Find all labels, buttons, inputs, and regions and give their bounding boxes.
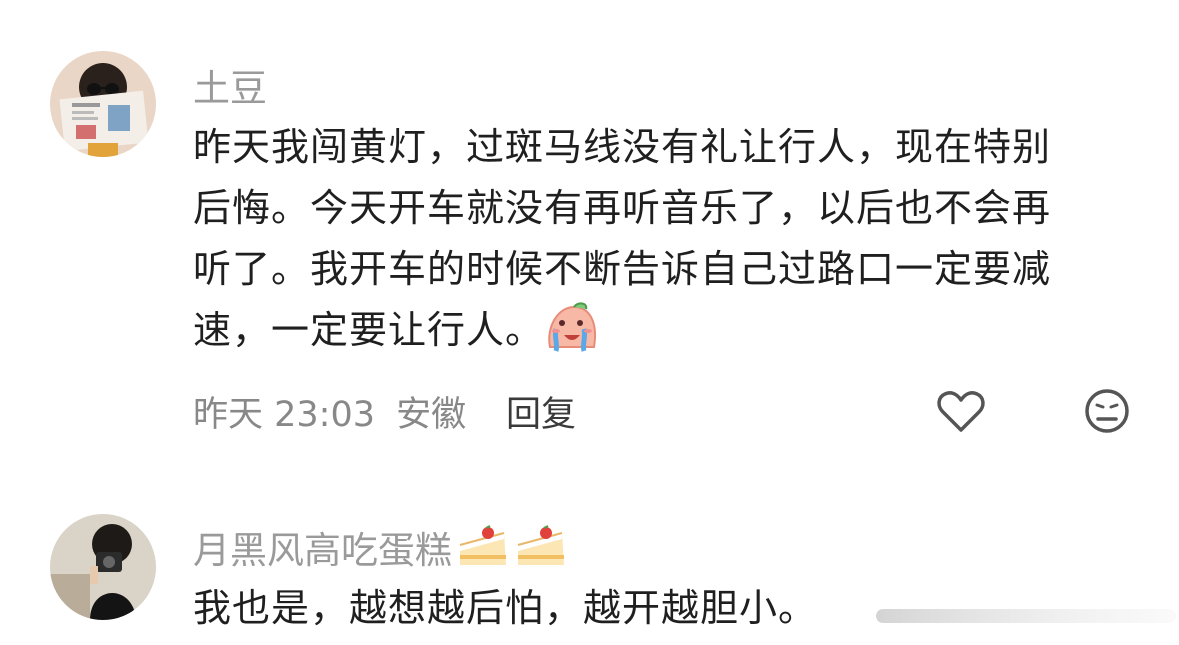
username[interactable]: 月黑风高吃蛋糕 (193, 520, 568, 574)
avatar[interactable] (50, 514, 156, 620)
cake-icon (456, 525, 510, 569)
blurred-text-fade (876, 601, 1176, 631)
cake-icon (514, 525, 568, 569)
comment-item: 月黑风高吃蛋糕 我也是，越想越后怕，越开越胆小。 (0, 0, 1179, 645)
